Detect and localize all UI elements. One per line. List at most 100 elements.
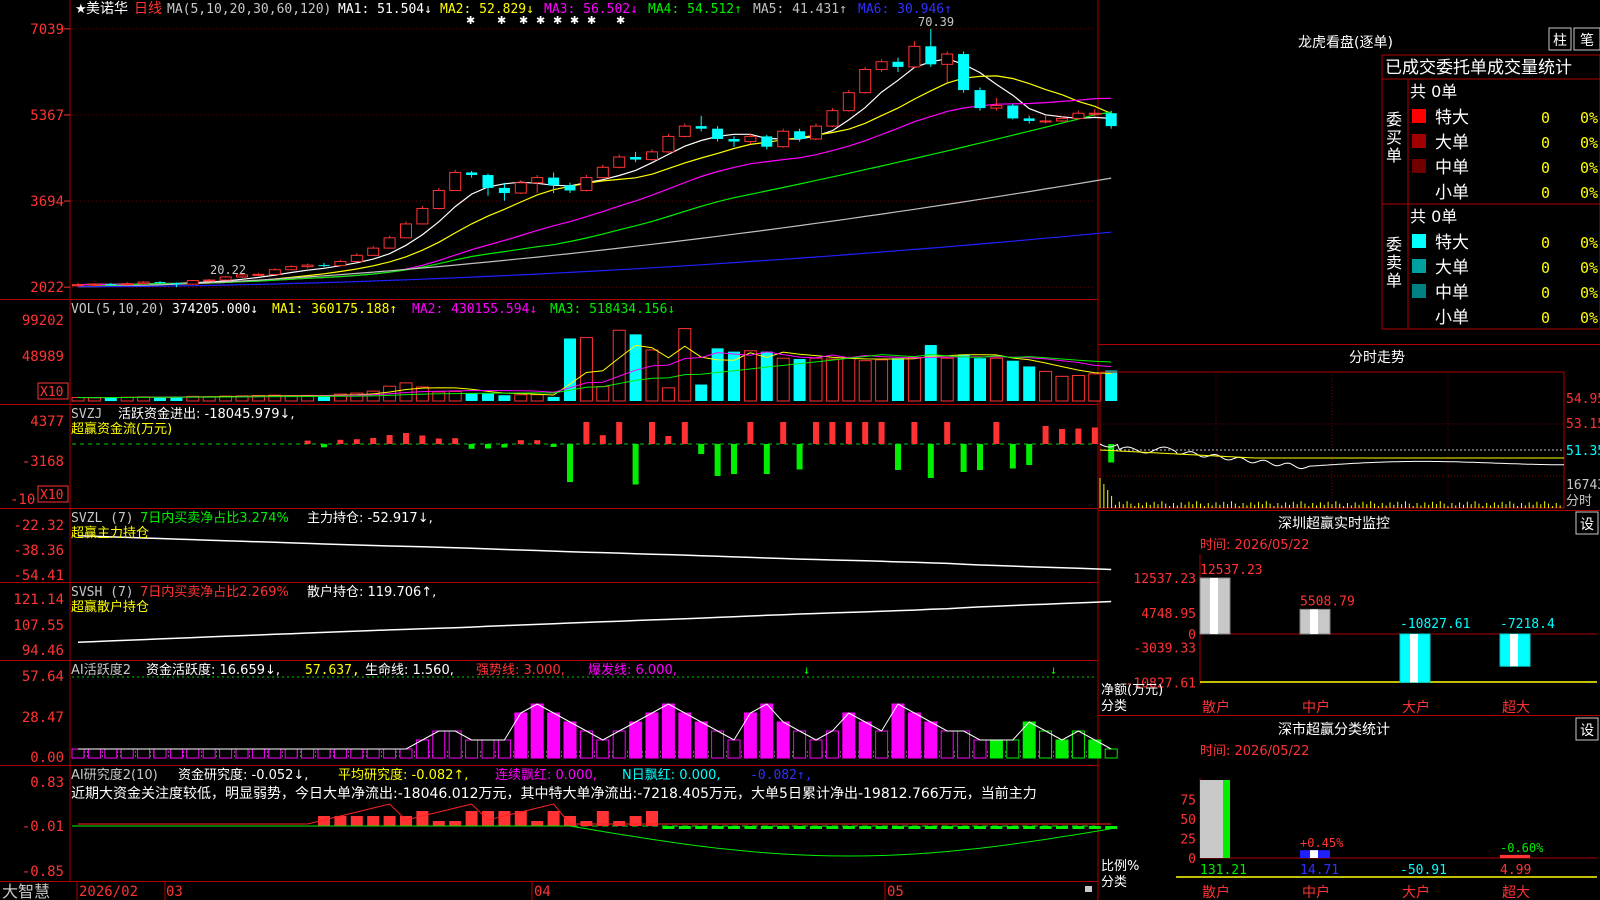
research-avg: 平均研究度: -0.082↑, — [338, 767, 468, 783]
buy-total: 共 0单 — [1410, 82, 1457, 101]
candle-body — [350, 254, 363, 263]
sell-row-count-1: 0 — [1541, 234, 1550, 252]
research-bar — [826, 826, 839, 829]
research-bar — [465, 811, 478, 826]
sz-monitor-bar-highlight — [1410, 634, 1418, 683]
sell-vertical-label: 卖 — [1386, 253, 1402, 272]
volume-bar — [858, 360, 872, 402]
svzj-bar — [1091, 427, 1098, 444]
ai-active-bar — [104, 748, 118, 759]
volume-bar — [564, 338, 576, 401]
sz-monitor-value-1: 12537.23 — [1200, 563, 1263, 578]
svzj-bar — [927, 444, 934, 478]
ma-label-5: MA5: 41.431↑ — [753, 2, 847, 17]
svzj-bar — [862, 422, 869, 444]
svzj-ytick-0: 4377 — [30, 414, 64, 430]
candle-body — [548, 177, 560, 186]
ai-active-bar — [399, 748, 413, 759]
svzj-bar — [714, 444, 721, 476]
sz-monitor-category-3: 大户 — [1402, 699, 1430, 716]
star-icon[interactable]: ★ — [75, 2, 87, 17]
svsh-ytick-1: 107.55 — [13, 618, 64, 634]
research-bar — [859, 826, 872, 829]
ai-active-bar — [153, 748, 167, 759]
buy-vertical-label: 委 — [1386, 110, 1402, 129]
sz-monitor-ytick: 12537.23 — [1133, 572, 1196, 587]
volume-bar — [1055, 375, 1069, 402]
candle-body — [1088, 112, 1101, 115]
ai-active-bar — [563, 721, 577, 759]
svzl-ytick-0: -22.32 — [13, 518, 64, 534]
sz-class-ylabel: 比例% — [1101, 859, 1139, 874]
candle-body — [105, 284, 117, 286]
ai-active-bar — [875, 730, 889, 759]
high-price-label: 70.39 — [918, 15, 954, 29]
svzj-bar — [501, 444, 508, 448]
svzj-value: 活跃资金进出: -18045.979↓, — [118, 406, 295, 422]
ai-active-bar — [186, 748, 200, 759]
candle-body — [252, 273, 265, 276]
svzj-bar — [321, 444, 327, 448]
lock-icon[interactable] — [1085, 886, 1092, 892]
candle-body — [137, 281, 150, 285]
research-bar — [383, 816, 396, 826]
x-label-2: 04 — [534, 884, 551, 900]
sz-class-date: 时间: 2026/05/22 — [1200, 744, 1309, 759]
svzj-bar — [370, 438, 377, 444]
candle-body — [1007, 105, 1019, 119]
sz-class-value-3: -50.91 — [1400, 863, 1447, 878]
research-bar — [711, 826, 724, 829]
volume-bar — [695, 384, 708, 401]
research-value: 资金研究度: -0.052↓, — [178, 767, 308, 783]
volume-bar — [482, 393, 494, 401]
candle-body — [219, 276, 232, 281]
sz-monitor-settings-label: 设 — [1580, 517, 1594, 533]
ma-label-4: MA4: 54.512↑ — [648, 2, 742, 17]
svzl-ytick-1: -38.36 — [13, 543, 64, 559]
ai-burst-line: 爆发线: 6.000, — [588, 662, 677, 678]
ai-active-bar — [1022, 721, 1036, 759]
candle-body — [72, 284, 84, 287]
svzj-bar — [911, 422, 918, 444]
research-red-streak: 连续飘红: 0.000, — [495, 767, 597, 783]
svsh-ytick-0: 121.14 — [13, 592, 64, 608]
ma-params: MA(5,10,20,30,60,120) — [167, 2, 331, 17]
svzj-bar — [796, 444, 803, 470]
buy-row-swatch-1 — [1412, 109, 1426, 123]
svzj-bar — [599, 435, 606, 444]
candle-body — [367, 247, 380, 256]
candle-body — [613, 156, 626, 168]
svzj-bar — [534, 440, 541, 444]
x-label-3: 05 — [887, 884, 904, 900]
research-bar — [1088, 826, 1101, 829]
candle-body — [203, 279, 216, 282]
svzj-bar — [731, 444, 737, 474]
period-label[interactable]: 日线 — [134, 1, 162, 17]
svzj-bar — [960, 444, 967, 472]
sz-class-value-2: 14.71 — [1300, 863, 1339, 878]
research-bar — [744, 826, 757, 829]
price-ytick: 3694 — [30, 194, 64, 210]
ai-research-header: AI研究度2(10) — [71, 767, 158, 783]
svzj-bar — [452, 438, 459, 444]
ai-active-bar — [907, 712, 921, 759]
ai-active-bar — [891, 703, 905, 759]
volume-bar — [661, 387, 675, 402]
sz-monitor-bar-highlight — [1310, 609, 1318, 634]
candle-body — [482, 175, 494, 188]
ai-active-bar — [432, 730, 446, 759]
ai-active-bar — [1071, 730, 1085, 759]
volume-bar — [760, 351, 773, 401]
candle-body — [695, 126, 707, 129]
svzj-bar — [517, 440, 524, 444]
buy-row-pct-1: 0% — [1580, 109, 1598, 127]
sell-row-name-3: 中单 — [1435, 283, 1469, 303]
candle-body — [941, 53, 954, 65]
svzj-bar — [485, 444, 491, 449]
svzj-bar — [895, 444, 901, 470]
svzj-bar — [403, 433, 409, 444]
research-bar — [547, 811, 560, 826]
candle-body — [1039, 120, 1052, 123]
svsh-subtitle: 超赢散户持仓 — [71, 599, 149, 615]
ai-active-bar — [383, 748, 397, 759]
